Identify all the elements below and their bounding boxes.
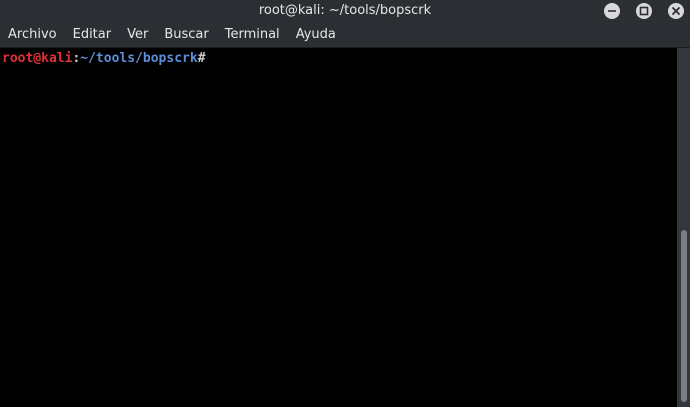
- menu-ayuda[interactable]: Ayuda: [288, 22, 344, 48]
- menu-bar: Archivo Editar Ver Buscar Terminal Ayuda: [0, 22, 690, 48]
- vertical-scrollbar[interactable]: [677, 48, 690, 407]
- prompt-path: ~/tools/bopscrk: [80, 51, 198, 66]
- window-controls: [604, 1, 684, 21]
- minimize-button[interactable]: [604, 3, 620, 19]
- scrollbar-thumb[interactable]: [681, 230, 687, 402]
- prompt-line: root@kali:~/tools/bopscrk#: [2, 50, 675, 67]
- maximize-icon: [636, 3, 652, 19]
- minimize-icon: [604, 3, 620, 19]
- menu-archivo[interactable]: Archivo: [0, 22, 65, 48]
- prompt-user: root@kali: [2, 51, 73, 66]
- menu-editar[interactable]: Editar: [65, 22, 120, 48]
- maximize-button[interactable]: [636, 3, 652, 19]
- prompt-symbol: #: [197, 51, 206, 66]
- menu-ver[interactable]: Ver: [119, 22, 156, 48]
- terminal-output[interactable]: root@kali:~/tools/bopscrk#: [0, 48, 677, 407]
- window-title: root@kali: ~/tools/bopscrk: [258, 3, 432, 18]
- close-button[interactable]: [668, 3, 684, 19]
- menu-terminal[interactable]: Terminal: [217, 22, 288, 48]
- title-bar[interactable]: root@kali: ~/tools/bopscrk: [0, 0, 690, 22]
- terminal-window: root@kali: ~/tools/bopscrk Archivo Edita…: [0, 0, 690, 407]
- menu-buscar[interactable]: Buscar: [156, 22, 216, 48]
- close-icon: [668, 3, 684, 19]
